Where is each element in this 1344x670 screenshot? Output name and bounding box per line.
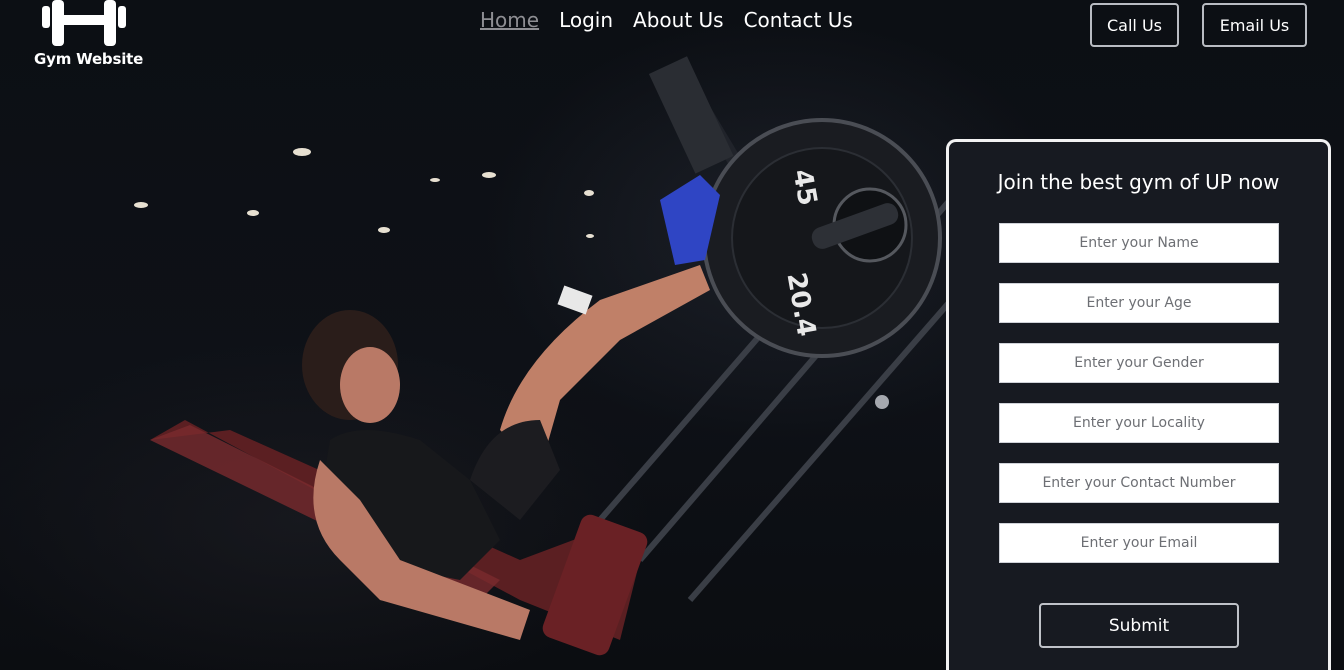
page: 45 20.4 Gym Website Home Login About Us … bbox=[0, 0, 1344, 670]
nav-link-contact-us[interactable]: Contact Us bbox=[744, 8, 853, 32]
call-us-button[interactable]: Call Us bbox=[1090, 3, 1179, 47]
main-nav: Home Login About Us Contact Us bbox=[480, 8, 853, 32]
dumbbell-icon bbox=[42, 0, 126, 46]
name-field[interactable] bbox=[999, 223, 1279, 263]
contact-number-field[interactable] bbox=[999, 463, 1279, 503]
submit-button[interactable]: Submit bbox=[1039, 603, 1239, 648]
nav-link-about-us[interactable]: About Us bbox=[633, 8, 724, 32]
email-us-button[interactable]: Email Us bbox=[1202, 3, 1307, 47]
locality-field[interactable] bbox=[999, 403, 1279, 443]
join-form-panel: Join the best gym of UP now Submit bbox=[946, 139, 1331, 670]
svg-text:45: 45 bbox=[786, 167, 822, 208]
gender-field[interactable] bbox=[999, 343, 1279, 383]
email-field[interactable] bbox=[999, 523, 1279, 563]
form-title: Join the best gym of UP now bbox=[997, 170, 1280, 194]
nav-link-home[interactable]: Home bbox=[480, 8, 539, 32]
logo-text: Gym Website bbox=[34, 50, 144, 68]
nav-link-login[interactable]: Login bbox=[559, 8, 613, 32]
age-field[interactable] bbox=[999, 283, 1279, 323]
